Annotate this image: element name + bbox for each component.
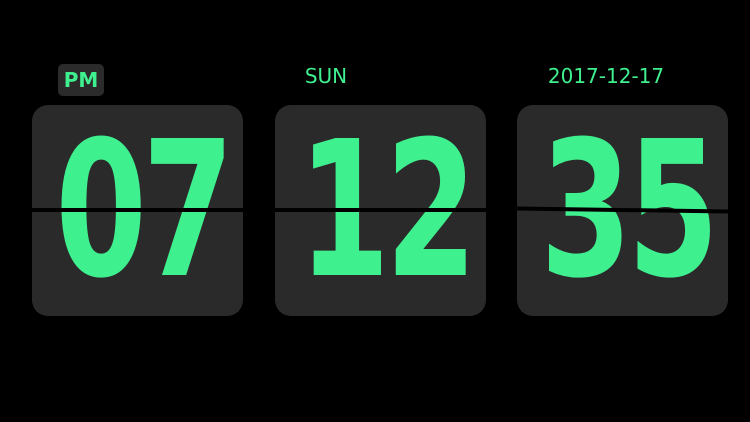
hours-split-line [32,208,243,212]
seconds-flip-card: 35 [517,105,728,316]
ampm-badge: PM [58,64,104,96]
minutes-split-line [275,208,486,212]
date-label: 2017-12-17 [547,64,665,88]
minutes-flip-card: 12 [275,105,486,316]
flip-clock-screen: PM SUN 2017-12-17 07 12 35 [0,0,750,422]
hours-flip-card: 07 [32,105,243,316]
weekday-label: SUN [304,64,348,88]
